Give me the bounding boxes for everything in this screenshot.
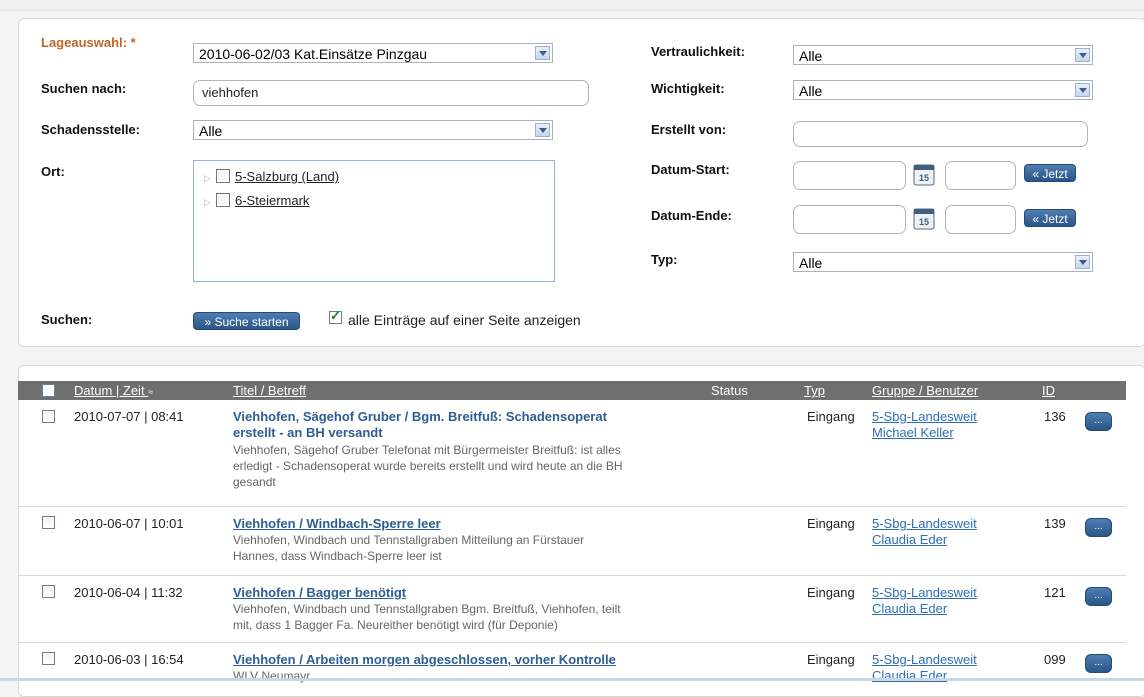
- search-input[interactable]: viehhofen: [193, 80, 589, 106]
- ort-label: Ort:: [41, 164, 65, 179]
- row-id: 121: [1044, 585, 1066, 600]
- erstellt-von-input[interactable]: [793, 121, 1088, 147]
- datum-start-time-input[interactable]: [945, 161, 1016, 190]
- row-checkbox[interactable]: [42, 516, 55, 529]
- typ-select-value: Alle: [799, 255, 823, 271]
- suchen-nach-label: Suchen nach:: [41, 81, 127, 96]
- row-more-button[interactable]: ...: [1085, 654, 1112, 673]
- chevron-down-icon[interactable]: [1075, 255, 1090, 269]
- row-typ: Eingang: [807, 516, 855, 531]
- schadensstelle-label: Schadensstelle:: [41, 122, 140, 137]
- header-typ[interactable]: Typ: [804, 383, 825, 398]
- filter-panel: Lageauswahl: * 2010-06-02/03 Kat.Einsätz…: [18, 18, 1144, 347]
- header-datum[interactable]: Datum | Zeit ≈: [74, 383, 153, 398]
- all-entries-label: alle Einträge auf einer Seite anzeigen: [348, 312, 581, 328]
- row-group-link[interactable]: 5-Sbg-Landesweit: [872, 585, 977, 600]
- table-row: 2010-06-03 | 16:54 Viehhofen / Arbeiten …: [18, 643, 1126, 683]
- ort-tree: ▷ 5-Salzburg (Land) ▷ 6-Steiermark: [193, 160, 555, 282]
- datum-ende-label: Datum-Ende:: [651, 208, 732, 223]
- jetzt-ende-button[interactable]: « Jetzt: [1024, 209, 1076, 227]
- table-header: Datum | Zeit ≈ Titel / Betreff Status Ty…: [18, 381, 1126, 400]
- suchen-label: Suchen:: [41, 312, 93, 327]
- row-checkbox[interactable]: [42, 652, 55, 665]
- schadensstelle-select[interactable]: Alle: [193, 120, 553, 140]
- row-typ: Eingang: [807, 585, 855, 600]
- row-checkbox[interactable]: [42, 585, 55, 598]
- chevron-down-icon[interactable]: [1075, 83, 1090, 97]
- table-row: 2010-06-04 | 11:32 Viehhofen / Bagger be…: [18, 576, 1126, 643]
- row-more-button[interactable]: ...: [1085, 518, 1112, 537]
- tree-checkbox[interactable]: [216, 169, 230, 183]
- header-titel[interactable]: Titel / Betreff: [233, 383, 306, 398]
- search-start-button[interactable]: » Suche starten: [193, 312, 300, 330]
- wichtigkeit-select[interactable]: Alle: [793, 80, 1093, 100]
- header-status: Status: [711, 383, 748, 398]
- sort-icon: ≈: [148, 387, 154, 397]
- all-entries-checkbox[interactable]: [329, 308, 342, 324]
- jetzt-start-button[interactable]: « Jetzt: [1024, 164, 1076, 182]
- row-typ: Eingang: [807, 409, 855, 424]
- calendar-icon[interactable]: 15: [913, 206, 935, 230]
- row-group-link[interactable]: 5-Sbg-Landesweit: [872, 409, 977, 424]
- row-datetime: 2010-06-03 | 16:54: [74, 652, 184, 667]
- tree-checkbox[interactable]: [216, 193, 230, 207]
- row-group-link[interactable]: 5-Sbg-Landesweit: [872, 652, 977, 667]
- table-row: 2010-07-07 | 08:41 Viehhofen, Sägehof Gr…: [18, 400, 1126, 507]
- row-user-link[interactable]: Michael Keller: [872, 425, 954, 440]
- svg-text:15: 15: [919, 217, 929, 227]
- tree-item-label[interactable]: 6-Steiermark: [235, 193, 309, 208]
- header-id[interactable]: ID: [1042, 383, 1055, 398]
- row-more-button[interactable]: ...: [1085, 412, 1112, 431]
- chevron-down-icon[interactable]: [1075, 48, 1090, 62]
- row-datetime: 2010-06-04 | 11:32: [74, 585, 183, 600]
- table-row: 2010-06-07 | 10:01 Viehhofen / Windbach-…: [18, 507, 1126, 576]
- row-title[interactable]: Viehhofen, Sägehof Gruber / Bgm. Breitfu…: [233, 409, 713, 441]
- datum-ende-date-input[interactable]: [793, 205, 906, 234]
- row-group-link[interactable]: 5-Sbg-Landesweit: [872, 516, 977, 531]
- schadensstelle-select-value: Alle: [199, 123, 223, 139]
- row-id: 099: [1044, 652, 1066, 667]
- row-more-button[interactable]: ...: [1085, 587, 1112, 606]
- erstellt-von-label: Erstellt von:: [651, 122, 727, 137]
- row-description: Viehhofen, Windbach und Tennstallgraben …: [233, 533, 585, 563]
- lage-select-value: 2010-06-02/03 Kat.Einsätze Pinzgau: [199, 46, 428, 62]
- svg-text:15: 15: [919, 173, 929, 183]
- top-bar: [0, 0, 1144, 11]
- header-gruppe[interactable]: Gruppe / Benutzer: [872, 383, 978, 398]
- row-datetime: 2010-06-07 | 10:01: [74, 516, 184, 531]
- chevron-down-icon[interactable]: [535, 123, 550, 137]
- expand-triangle-icon[interactable]: ▷: [204, 173, 211, 184]
- expand-triangle-icon[interactable]: ▷: [204, 197, 211, 208]
- vertraulichkeit-select[interactable]: Alle: [793, 45, 1093, 65]
- tree-item-label[interactable]: 5-Salzburg (Land): [235, 169, 339, 184]
- datum-start-date-input[interactable]: [793, 161, 906, 190]
- typ-label: Typ:: [651, 252, 678, 267]
- row-datetime: 2010-07-07 | 08:41: [74, 409, 184, 424]
- row-typ: Eingang: [807, 652, 855, 667]
- row-description: Viehhofen, Windbach und Tennstallgraben …: [233, 602, 621, 632]
- calendar-icon[interactable]: 15: [913, 162, 935, 186]
- row-checkbox[interactable]: [42, 410, 55, 423]
- select-all-checkbox[interactable]: [42, 384, 55, 397]
- chevron-down-icon[interactable]: [535, 46, 550, 60]
- row-title[interactable]: Viehhofen / Windbach-Sperre leer: [233, 516, 713, 532]
- row-title[interactable]: Viehhofen / Arbeiten morgen abgeschlosse…: [233, 652, 713, 668]
- datum-start-label: Datum-Start:: [651, 162, 730, 177]
- wichtigkeit-select-value: Alle: [799, 83, 823, 99]
- lage-label: Lageauswahl: *: [41, 35, 136, 50]
- row-user-link[interactable]: Claudia Eder: [872, 601, 947, 616]
- row-id: 136: [1044, 409, 1066, 424]
- row-description: WLV Neumayr: [233, 669, 311, 683]
- wichtigkeit-label: Wichtigkeit:: [651, 81, 725, 96]
- vertraulichkeit-select-value: Alle: [799, 48, 823, 64]
- vertraulichkeit-label: Vertraulichkeit:: [651, 44, 745, 59]
- lage-select[interactable]: 2010-06-02/03 Kat.Einsätze Pinzgau: [193, 43, 553, 63]
- typ-select[interactable]: Alle: [793, 252, 1093, 272]
- row-description: Viehhofen, Sägehof Gruber Telefonat mit …: [233, 443, 623, 489]
- datum-ende-time-input[interactable]: [945, 205, 1016, 234]
- row-title[interactable]: Viehhofen / Bagger benötigt: [233, 585, 713, 601]
- row-user-link[interactable]: Claudia Eder: [872, 532, 947, 547]
- row-id: 139: [1044, 516, 1066, 531]
